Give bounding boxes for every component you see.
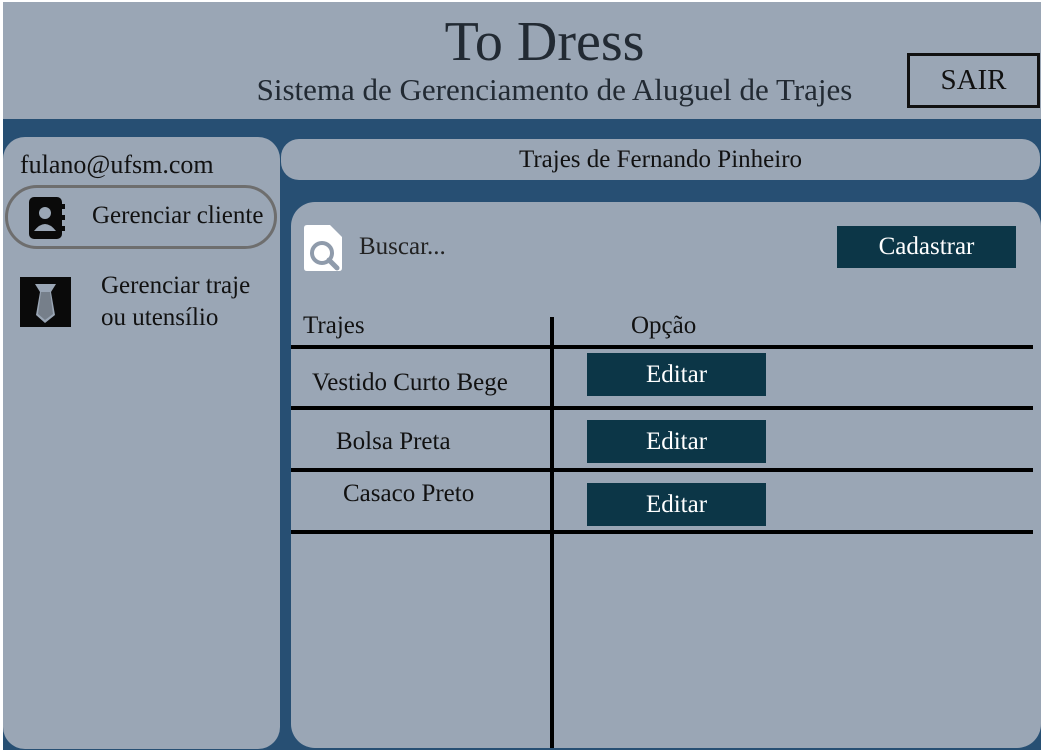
page-title: Trajes de Fernando Pinheiro (281, 139, 1040, 180)
sidebar-item-manage-clients[interactable]: Gerenciar cliente (5, 185, 277, 249)
table-row-name: Casaco Preto (343, 480, 475, 507)
table-divider (291, 345, 1033, 349)
table-divider (291, 530, 1033, 534)
table-row-name: Bolsa Preta (336, 428, 451, 455)
tie-icon (20, 277, 71, 332)
main-content: Cadastrar Trajes Opção Vestido Curto Beg… (291, 202, 1041, 748)
edit-button[interactable]: Editar (587, 420, 766, 463)
edit-button[interactable]: Editar (587, 483, 766, 526)
logout-button[interactable]: SAIR (907, 53, 1040, 108)
app-header: To Dress Sistema de Gerenciamento de Alu… (3, 2, 1041, 119)
table-divider (291, 406, 1033, 410)
sidebar: fulano@ufsm.com Gerenciar cliente Gerenc… (3, 137, 280, 749)
column-header-opcao: Opção (631, 312, 697, 339)
search-input[interactable] (357, 228, 661, 266)
contact-book-icon (27, 196, 65, 245)
sidebar-item-label: Gerenciar cliente (92, 202, 264, 229)
table-row-name: Vestido Curto Bege (312, 369, 508, 396)
user-email: fulano@ufsm.com (20, 150, 214, 179)
app-title: To Dress (444, 11, 645, 73)
app-subtitle: Sistema de Gerenciamento de Aluguel de T… (256, 72, 853, 107)
sidebar-item-label: Gerenciar traje ou utensílio (101, 272, 251, 331)
search-icon[interactable] (303, 224, 343, 277)
column-header-trajes: Trajes (303, 312, 365, 339)
sidebar-item-manage-costumes[interactable]: Gerenciar traje ou utensílio (20, 270, 278, 340)
table-divider (291, 468, 1033, 472)
edit-button[interactable]: Editar (587, 353, 766, 396)
register-button[interactable]: Cadastrar (837, 226, 1016, 268)
